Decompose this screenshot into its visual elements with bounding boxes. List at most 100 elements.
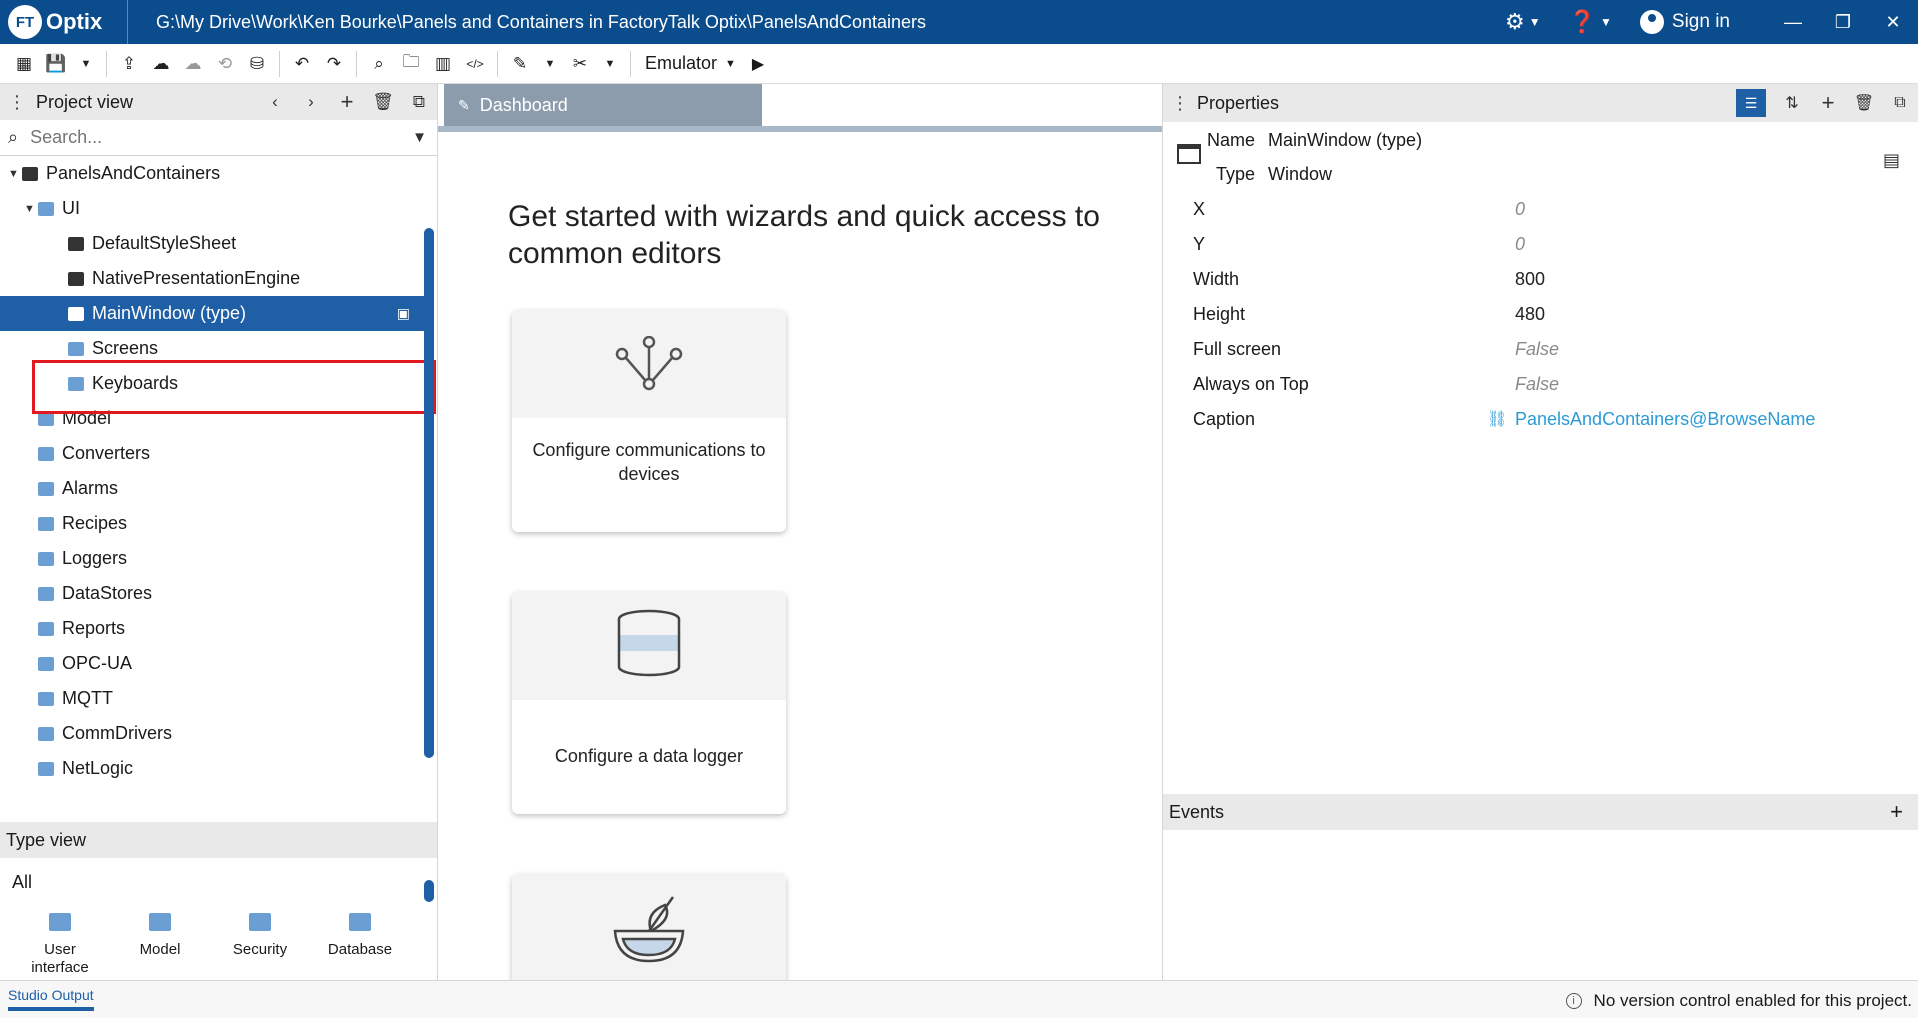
tree-item[interactable]: MainWindow (type) ▣ [0,296,424,331]
tree-item[interactable]: Alarms [0,471,424,506]
title-bar-actions: ⚙ ▼ ❓ ▼ Sign in — ❐ ✕ [1505,0,1918,44]
property-value[interactable]: 0 [1515,199,1525,220]
tab-dashboard[interactable]: ✎ Dashboard [444,84,762,126]
type-view-item-database[interactable]: Database [310,913,410,977]
filter-properties-icon[interactable]: ☰ [1736,89,1766,117]
tree-item[interactable]: DefaultStyleSheet [0,226,424,261]
property-value[interactable]: PanelsAndContainers@BrowseName [1515,409,1815,430]
type-view-scrollbar[interactable] [424,880,434,902]
filter-icon[interactable]: ▼ [412,129,427,146]
edit-type-icon[interactable]: ▣ [397,305,410,322]
panel-menu-icon[interactable]: ⋮ [1171,93,1189,114]
name-value[interactable]: MainWindow (type) [1268,130,1422,150]
card-header [512,874,786,982]
delete-icon[interactable]: 🗑 [1846,93,1882,113]
help-menu[interactable]: ❓ ▼ [1569,9,1612,35]
code-icon[interactable]: </> [459,57,491,71]
tree-item[interactable]: NativePresentationEngine [0,261,424,296]
property-label: Always on Top [1193,373,1309,394]
search-input[interactable] [30,127,391,148]
tree-item[interactable]: ▼ UI [0,191,424,226]
sort-icon[interactable]: ⇅ [1774,93,1810,113]
chevron-down-icon[interactable]: ▼ [72,58,100,70]
search-icon[interactable]: ⌕ [363,54,395,74]
property-value[interactable]: 800 [1515,269,1545,290]
tree-item[interactable]: MQTT [0,681,424,716]
editor-tabbar: ✎ Dashboard [438,84,1162,132]
property-label: Height [1193,303,1246,324]
layout-icon[interactable]: ▦ [8,54,40,74]
tree-item[interactable]: ▼ PanelsAndContainers [0,156,424,191]
edit-document-icon[interactable]: ▤ [1883,150,1900,171]
chevron-down-icon[interactable]: ▼ [596,58,624,70]
save-icon[interactable]: 💾 [40,54,72,74]
delete-icon[interactable]: 🗑 [365,92,401,112]
tree-item[interactable]: Reports [0,611,424,646]
tree-item[interactable]: DataStores [0,576,424,611]
property-value[interactable]: 0 [1515,234,1525,255]
database-sync-icon[interactable]: ⛁ [241,54,273,74]
close-button[interactable]: ✕ [1868,12,1918,33]
project-view-title: Project view [36,91,134,112]
tree-item[interactable]: Keyboards [0,366,424,401]
chevron-right-icon[interactable]: › [293,92,329,112]
tools-icon[interactable]: ✂ [564,54,596,74]
tree-item[interactable]: OPC-UA [0,646,424,681]
panel-menu-icon[interactable]: ⋮ [8,92,26,113]
logo-text: Optix [46,9,103,34]
chevron-down-icon: ▼ [1528,15,1541,29]
copy-icon[interactable]: ⧉ [1882,94,1918,112]
add-icon[interactable]: + [1810,90,1846,116]
type-view-item-model[interactable]: Model [110,913,210,977]
tree-item[interactable]: Converters [0,436,424,471]
tree-item[interactable]: Screens [0,331,424,366]
redo-icon[interactable]: ↷ [318,54,350,74]
chevron-down-icon: ▼ [1600,15,1612,29]
history-icon[interactable]: ⟲ [209,54,241,74]
card-configure-data-logger[interactable]: Configure a data logger [512,592,786,814]
type-view-item-security[interactable]: Security [210,913,310,977]
minimize-button[interactable]: — [1768,12,1818,33]
tree-scrollbar[interactable] [424,228,434,758]
download-icon[interactable]: ☁ [177,54,209,74]
link-icon[interactable]: ⛓ [1487,409,1507,429]
toolbar-separator [497,50,498,77]
add-event-icon[interactable]: + [1890,799,1903,825]
chevron-left-icon[interactable]: ‹ [257,92,293,112]
type-view-item-label: Model [139,941,181,958]
type-view-filter[interactable]: All [0,858,437,893]
tree-item[interactable]: NetLogic [0,751,424,786]
studio-output-tab[interactable]: Studio Output [8,987,94,1011]
deploy-icon[interactable]: ⇪ [113,54,145,74]
chevron-down-icon[interactable]: ▼ [536,58,564,70]
events-title: Events [1169,801,1225,822]
folder-icon [38,551,54,566]
undo-icon[interactable]: ↶ [286,54,318,74]
tree-item-label: NativePresentationEngine [92,268,301,288]
folder-open-icon[interactable]: 🗀 [395,49,427,78]
settings-menu[interactable]: ⚙ ▼ [1505,9,1541,35]
tree-item[interactable]: Recipes [0,506,424,541]
library-icon[interactable]: ▥ [427,54,459,74]
tree-item[interactable]: Model [0,401,424,436]
property-value[interactable]: False [1515,374,1559,395]
chevron-down-icon[interactable]: ▼ [8,168,22,180]
emulator-select[interactable]: Emulator ▼ [645,53,736,74]
tab-label: Dashboard [479,94,568,115]
sign-in-button[interactable]: Sign in [1639,10,1730,34]
property-value[interactable]: 480 [1515,304,1545,325]
tree-item[interactable]: Loggers [0,541,424,576]
copy-icon[interactable]: ⧉ [401,92,437,112]
tree-item-label: MQTT [62,688,113,708]
add-icon[interactable]: + [329,89,365,115]
upload-icon[interactable]: ☁ [145,54,177,74]
tree-item[interactable]: CommDrivers [0,716,424,751]
property-label: Width [1193,268,1240,289]
card-configure-communications[interactable]: Configure communications to devices [512,310,786,532]
property-value[interactable]: False [1515,339,1559,360]
play-icon[interactable]: ▶ [752,54,764,74]
restore-button[interactable]: ❐ [1818,12,1868,33]
chevron-down-icon[interactable]: ▼ [24,203,38,215]
type-view-item-user-interface[interactable]: User interface [10,913,110,977]
style-icon[interactable]: ✎ [504,54,536,74]
